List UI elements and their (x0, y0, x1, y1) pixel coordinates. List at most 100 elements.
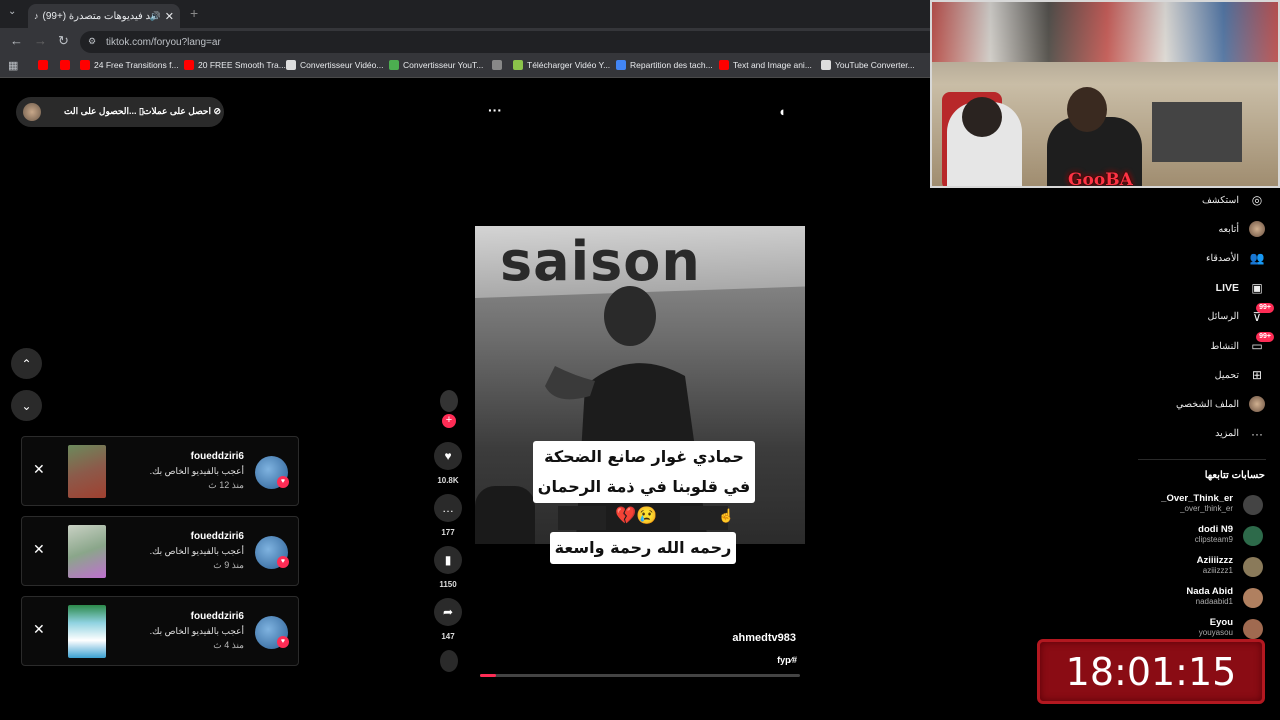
friends-icon: 👥 (1249, 251, 1265, 266)
music-disc-icon[interactable] (440, 650, 458, 672)
author-avatar[interactable] (440, 390, 458, 412)
bookmark-item[interactable]: Text and Image ani... (719, 60, 812, 70)
nav-item-avatar[interactable]: أتابعه (1218, 221, 1265, 238)
bookmark-icon (38, 60, 48, 70)
notification-card[interactable]: ✕ foueddziri6 أعجب بالفيديو الخاص بك. من… (21, 436, 299, 506)
save-button[interactable]: ▮ (434, 546, 462, 574)
comment-button[interactable]: … (434, 494, 462, 522)
like-button[interactable]: ♥ (434, 442, 462, 470)
video-author[interactable]: ahmedtv983 (732, 632, 796, 644)
user-avatar[interactable] (23, 103, 41, 121)
bookmark-item[interactable] (38, 60, 48, 70)
bookmark-item[interactable]: 20 FREE Smooth Tra... (184, 60, 286, 70)
bookmark-label: 24 Free Transitions f... (94, 60, 179, 70)
bookmark-icon (821, 60, 831, 70)
bookmark-item[interactable]: YouTube Converter... (821, 60, 915, 70)
video-hashtag[interactable]: fyp⁄# (777, 655, 797, 665)
close-icon[interactable]: ✕ (33, 621, 45, 638)
share-button[interactable]: ➦ (434, 598, 462, 626)
following-account[interactable]: Aziiiizzz aziiizzz1 (1103, 555, 1263, 581)
video-thumbnail[interactable] (68, 445, 106, 498)
share-count: 147 (441, 632, 455, 641)
webcam-desk (1152, 102, 1242, 162)
bookmark-item[interactable]: Télécharger Vidéo Y... (513, 60, 610, 70)
account-handle: aziiizzz1 (1202, 566, 1233, 575)
video-progress-bar[interactable] (480, 674, 800, 677)
bookmark-item[interactable] (492, 60, 502, 70)
chevron-down-icon: ⌄ (21, 398, 32, 413)
following-account[interactable]: Nada Abid nadaabid1 (1103, 586, 1263, 612)
like-count: 10.8K (437, 476, 459, 485)
apps-icon[interactable]: ▦ (8, 59, 18, 72)
mute-icon[interactable]: ◖ (778, 104, 786, 119)
following-account[interactable]: _Over_Think_er _over_think_er (1103, 493, 1263, 519)
caption-line-3: رحمه الله رحمة واسعة (550, 532, 736, 564)
nav-item-live[interactable]: ▣ LIVE (1216, 280, 1265, 296)
bookmark-label: YouTube Converter... (835, 60, 915, 70)
bookmark-item[interactable]: Convertisseur YouT... (389, 60, 483, 70)
get-app-button[interactable]: الحصول على الت... ▯ (64, 106, 144, 117)
new-tab-icon[interactable]: + (190, 5, 198, 21)
more-options-icon[interactable]: ··· (488, 102, 502, 118)
caption-line-1: حمادي غوار صانع الضحكة (544, 447, 744, 466)
next-video-button[interactable]: ⌄ (11, 390, 42, 421)
bookmark-item[interactable]: Convertisseur Vidéo... (286, 60, 383, 70)
following-title: حسابات تتابعها (1204, 470, 1265, 481)
telephone-shape (475, 486, 535, 544)
close-tab-icon[interactable]: ✕ (165, 10, 174, 23)
back-icon[interactable]: ← (10, 33, 23, 48)
reload-icon[interactable]: ↻ (58, 33, 69, 49)
nav-label: LIVE (1215, 281, 1239, 294)
url-input[interactable]: ⚙ tiktok.com/foryou?lang=ar (80, 31, 940, 53)
heart-icon: ♥ (277, 636, 289, 648)
heart-icon: ♥ (277, 476, 289, 488)
tab-list-icon[interactable]: ⌄ (8, 6, 16, 17)
bookmark-item[interactable] (60, 60, 70, 70)
avatar (1243, 495, 1263, 515)
follow-plus-icon[interactable]: + (442, 414, 456, 428)
bookmark-item[interactable]: 24 Free Transitions f... (80, 60, 179, 70)
close-icon[interactable]: ✕ (33, 461, 45, 478)
video-thumbnail[interactable] (68, 525, 106, 578)
nav-label: الملف الشخصي (1176, 398, 1239, 410)
bookmark-icon (80, 60, 90, 70)
nav-label: استكشف (1201, 194, 1239, 206)
account-handle: youyasou (1198, 628, 1233, 637)
bookmark-label: Télécharger Vidéo Y... (527, 60, 611, 70)
nav-item-profile[interactable]: الملف الشخصي (1176, 396, 1265, 413)
heart-icon: ♥ (277, 556, 289, 568)
account-name: Aziiiizzz (1196, 555, 1233, 566)
nav-item-upload[interactable]: ⊞ تحميل (1215, 367, 1265, 383)
forward-icon[interactable]: → (34, 33, 47, 48)
previous-video-button[interactable]: ⌃ (11, 348, 42, 379)
bookmark-item[interactable]: Repartition des tach... (616, 60, 713, 70)
video-thumbnail[interactable] (68, 605, 106, 658)
get-coins-button[interactable]: احصل على عملات ⊘ (143, 106, 221, 117)
bookmark-label: 20 FREE Smooth Tra... (198, 60, 286, 70)
compass-icon: ◎ (1251, 193, 1263, 207)
site-info-icon[interactable]: ⚙ (88, 36, 96, 47)
speaker-icon[interactable]: 🔊 (150, 11, 161, 22)
notification-card[interactable]: ✕ foueddziri6 أعجب بالفيديو الخاص بك. من… (21, 516, 299, 586)
account-name: Eyou (1209, 617, 1233, 628)
account-name: dodi N9 (1198, 524, 1233, 535)
nav-label: أتابعه (1218, 223, 1240, 235)
more-icon: ··· (1251, 426, 1263, 441)
account-name: _Over_Think_er (1161, 493, 1233, 504)
caption-emoji: 💔😢 (615, 506, 658, 525)
browser-tab[interactable]: ♪ (99+) شاهد فيديوهات متصدرة 🔊 ✕ (28, 4, 180, 28)
notification-user: foueddziri6 (190, 531, 244, 542)
avatar (1243, 557, 1263, 577)
notification-card[interactable]: ✕ foueddziri6 أعجب بالفيديو الخاص بك. من… (21, 596, 299, 666)
notification-message: أعجب بالفيديو الخاص بك. (149, 626, 244, 636)
close-icon[interactable]: ✕ (33, 541, 45, 558)
bookmark-icon (513, 60, 523, 70)
nav-item-compass[interactable]: ◎ استكشف (1202, 192, 1265, 208)
app-label: الحصول على الت... (64, 106, 137, 116)
nav-item-friends[interactable]: 👥 الأصدقاء (1206, 250, 1265, 266)
bookmark-label: Text and Image ani... (733, 60, 812, 70)
nav-item-more[interactable]: ··· المزيد (1215, 426, 1265, 442)
webcam-head-1 (962, 97, 1002, 137)
notification-message: أعجب بالفيديو الخاص بك. (149, 546, 244, 556)
following-account[interactable]: dodi N9 clipsteam9 (1103, 524, 1263, 550)
